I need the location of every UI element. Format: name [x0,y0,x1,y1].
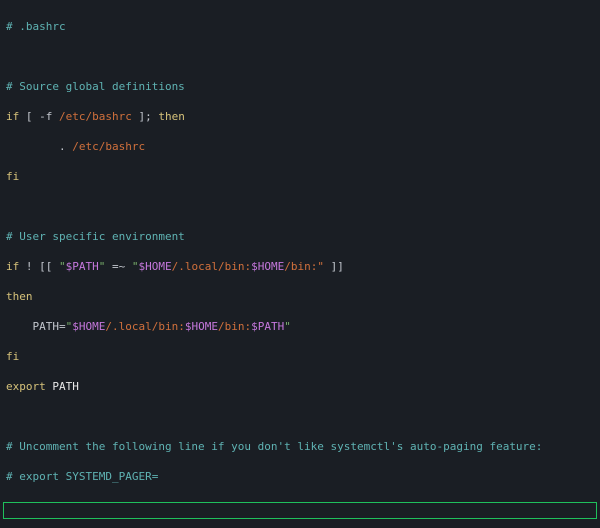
code-line: # .bashrc [6,19,594,34]
code-line: if [ -f /etc/bashrc ]; then [6,109,594,124]
code-line [6,409,594,424]
code-line: # User specific environment [6,229,594,244]
code-line: # Uncomment the following line if you do… [6,439,594,454]
code-line: . /etc/bashrc [6,139,594,154]
code-line: export PATH [6,379,594,394]
code-line: if ! [[ "$PATH" =~ "$HOME/.local/bin:$HO… [6,259,594,274]
code-line: # Source global definitions [6,79,594,94]
code-line: fi [6,349,594,364]
code-line: fi [6,169,594,184]
code-line [6,499,594,514]
code-line: # export SYSTEMD_PAGER= [6,469,594,484]
code-editor[interactable]: # .bashrc # Source global definitions if… [0,0,600,528]
code-line: then [6,289,594,304]
code-line [6,49,594,64]
code-line: PATH="$HOME/.local/bin:$HOME/bin:$PATH" [6,319,594,334]
code-line [6,199,594,214]
